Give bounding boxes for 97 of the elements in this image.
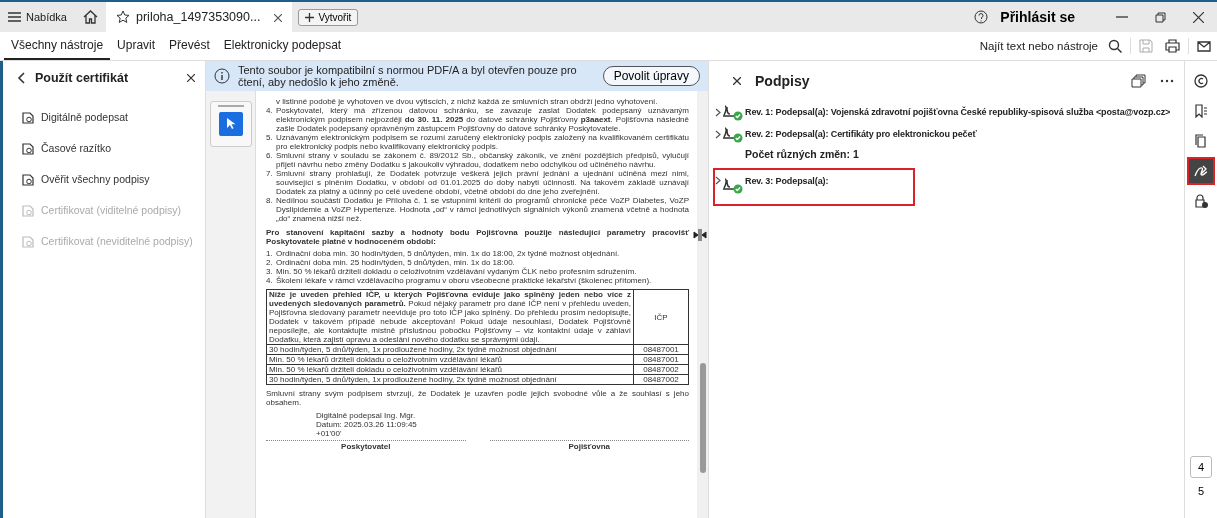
table-cell: 30 hodin/týden, 5 dnů/týden, 1x prodloužené hodiny, 2x týdně možnost objednání [266, 374, 634, 385]
select-tool-icon[interactable] [218, 112, 243, 136]
search-label[interactable]: Najít text nebo nástroje [979, 40, 1098, 52]
menu-button[interactable]: Nabídka [0, 2, 75, 32]
list-number: 8. [266, 196, 274, 207]
more-icon[interactable] [1160, 79, 1174, 83]
table-cell: 08487002 [633, 374, 689, 385]
list-number: 4. [266, 106, 274, 117]
list-number: 2. [266, 258, 274, 267]
list-number: 4. [266, 276, 274, 285]
signature-date: Datum: 2025.03.26 11:09:45 [316, 420, 418, 429]
certificate-icon [21, 202, 35, 217]
restore-icon [1154, 11, 1166, 23]
page-number-button[interactable]: 4 [1190, 456, 1212, 478]
list-item: Školení lékaře v rámci vzdělávacího programu v oboru všeobecné praktické lékařství (školenec přítomen). [276, 276, 653, 285]
list-item: Ordinační doba min. 30 hodin/týden, 5 dnů/týden, min. 1x do 18:00, 2x týdně možnost objednání. [276, 249, 621, 258]
search-icon [1108, 39, 1122, 53]
panel-title: Podpisy [755, 73, 811, 89]
close-icon [1192, 11, 1204, 23]
list-number: 1. [266, 249, 274, 258]
toolbar-tab[interactable]: Upravit [110, 32, 163, 60]
paragraph: Smluvní strany v souladu se zákonem č. 89/2012 Sb., občanský zákoník, ve znění pozdějších předpisů, vylučují přijetí návrhu nebo změny Dodatku s jakoukoliv výhradou, dodatkem nebo odchylkou od učiněného návrhu. [276, 151, 689, 169]
signature-revision[interactable]: Rev. 2: Podepsal(a): Certifikáty pro elektronickou pečeť [713, 123, 983, 145]
tool-item[interactable]: Ověřit všechny podpisy [3, 163, 205, 194]
scrollbar-thumb[interactable] [699, 363, 706, 473]
save-icon [1139, 39, 1153, 53]
paragraph: Nedílnou součástí Dodatku je Příloha č. 1 se vstupními kritérii do programů chronické péče VoZP Diabetes, VoZP Dyslipidemie a VoZP Hypertenze. Hodnota „od“ v rámci jednotlivých signálních výkonů znamená včetně a hodnota „do“ znamená nižší než. [276, 196, 689, 223]
document-tab[interactable]: priloha_1497353090... [106, 2, 293, 32]
toolbar-tab[interactable]: Všechny nástroje [4, 32, 111, 60]
sidebar-tool-button[interactable] [1187, 157, 1215, 185]
table-cell: 08487001 [633, 354, 689, 365]
info-icon [214, 68, 230, 84]
menu-icon [8, 12, 21, 22]
tool-item[interactable]: Digitálně podepsat [3, 101, 205, 132]
list-number: 5. [266, 133, 274, 144]
lock-icon [1194, 194, 1208, 208]
page-number-button[interactable]: 5 [1190, 480, 1212, 502]
enable-editing-button[interactable]: Povolit úpravy [602, 66, 700, 86]
pages-icon [1194, 134, 1208, 148]
signature-text: Digitálně podepsal Ing. Mgr. [316, 411, 417, 420]
table-cell: 08487002 [633, 364, 689, 375]
signature-revision[interactable]: Rev. 3: Podepsal(a): [713, 168, 915, 206]
panels-icon[interactable] [1131, 74, 1146, 88]
certificate-icon [21, 233, 35, 248]
toolbar-tab[interactable]: Elektronicky podepsat [216, 32, 349, 60]
paragraph: Poskytovatel, který má zřízenou datovou schránku, se zavazuje zaslat Dodatek podepsaný uznávaným elektronickým podpisem nejpozději do 30. 11. 2025 do datové schránky Pojišťovny p3aaext. Pojišťovna následně zašle Dodatek podepsaný oprávněným zástupcem Pojišťovny do datové schránky Poskytovatele. [276, 106, 689, 133]
signature-revision[interactable]: Rev. 1: Podepsal(a): Vojenská zdravotní pojišťovna České republiky-spisová služba <posta@vozp.cz> [713, 101, 1177, 123]
certificate-icon [21, 171, 35, 186]
changes-count: Počet různých změn: 1 [744, 147, 860, 162]
tool-item[interactable]: Časové razítko [3, 132, 205, 163]
chevron-icon [715, 176, 721, 185]
banner-text: Tento soubor je kompatibilní s normou PDF/A a byl otevřen pouze pro čtení, aby nedošlo k jeho změně. [238, 64, 578, 88]
signature-offset: +01'00' [316, 429, 343, 438]
bookmark-icon [1194, 104, 1208, 118]
sign-in-button[interactable]: Přihlásit se [988, 9, 1103, 25]
table-header: IČP [633, 289, 689, 345]
close-icon [274, 13, 283, 22]
paragraph: Uznávaným elektronickým podpisem se rozumí zaručený elektronický podpis založený na kvalifikovaném certifikátu pro elektronický podpis nebo kvalifikovaný elektronický podpis. [276, 133, 689, 151]
signature-valid-icon [722, 125, 744, 143]
signature-valid-icon [722, 103, 744, 121]
signature-pen-icon [1193, 164, 1209, 178]
tab-title: priloha_1497353090... [136, 10, 261, 24]
paragraph: Smluvní strany prohlašují, že Dodatek potvrzuje veškerá jejich právní jednání a ujednání učiněná mezi nimi, související s plněním Dodatku, v období od 01.01.2025 do doby nabytí účinnosti. Na takovém základě uznávají Dodatek za platný a účinný po celé uvedené období, včetně období do dne jeho zveřejnění. [276, 169, 689, 196]
back-icon[interactable] [17, 72, 25, 84]
signature-line-label: Poskytovatel [266, 440, 466, 451]
resize-handle-icon[interactable] [693, 229, 707, 241]
new-tab-button[interactable]: Vytvořit [298, 8, 359, 26]
home-icon [83, 10, 98, 24]
list-number: 6. [266, 151, 274, 162]
table-cell: Níže je uveden přehled IČP, u kterých Pojišťovna eviduje jako splněný jeden nebo více z uvedených sledovaných parametrů. Pokud nějaký parametr pro dané IČP není v přehledu uveden, Pojišťovna sledovaný parametr neeviduje pro toto IČP jako splněný. Do přehledu prosím nedopisujte, Dodatek v takovém případě nebude akceptován! Pokud údaje nesouhlasí, Dodatek Pojišťovně neposílejte, ale kontaktujte místně příslušnou pobočku Pojišťovny – viz kontaktní údaje v záhlaví Dodatku, která zajistí opravu a odeslání nového dodatku se správnými údaji. [266, 289, 634, 345]
paragraph: v listinné podobě je vyhotoven ve dvou výtiscích, z nichž každá ze smluvních stran obdrží jedno vyhotovení. [276, 97, 659, 106]
star-icon [116, 10, 130, 24]
signature-valid-icon [722, 176, 744, 194]
list-item: Min. 50 % lékařů držiteli dokladu o celoživotním vzdělávání vydaným ČLK nebo profesním sdružením. [276, 267, 638, 276]
list-number: 7. [266, 169, 274, 180]
toolbar-tab[interactable]: Převést [162, 32, 217, 60]
table-cell: 08487001 [633, 344, 689, 355]
table-cell: 30 hodin/týden, 5 dnů/týden, 1x prodloužené hodiny, 2x týdně možnost objednání [266, 344, 634, 355]
chevron-icon [715, 107, 721, 117]
plus-icon [305, 12, 315, 22]
print-icon [1165, 39, 1180, 53]
section-heading: Pro stanovení kapitační sazby a hodnoty bodu Pojišťovna použije následující parametry pracovišť Poskytovatele platné v hodnoceném období: [266, 228, 689, 246]
close-icon[interactable] [733, 77, 741, 85]
panel-title: Použít certifikát [35, 71, 130, 85]
certificate-icon [21, 109, 35, 124]
list-item: Ordinační doba min. 25 hodin/týden, 5 dnů/týden, min. 1x do 18:00. [276, 258, 516, 267]
minimize-icon [1116, 16, 1128, 18]
signature-line-label: Pojišťovna [489, 440, 689, 451]
chevron-icon [715, 129, 721, 139]
list-number: 3. [266, 267, 274, 276]
paragraph: Smluvní strany svým podpisem stvrzují, že Dodatek je uzavřen podle jejich svobodné vůle a že souhlasí s jeho obsahem. [266, 389, 689, 407]
help-icon[interactable] [974, 10, 989, 24]
certificate-icon [21, 140, 35, 155]
table-cell: Min. 50 % lékařů držiteli dokladu o celoživotním vzdělávání lékařů [266, 364, 634, 375]
table-cell: Min. 50 % lékařů držiteli dokladu o celoživotním vzdělávání lékařů [266, 354, 634, 365]
close-icon[interactable] [187, 74, 195, 82]
envelope-icon [1197, 40, 1211, 52]
